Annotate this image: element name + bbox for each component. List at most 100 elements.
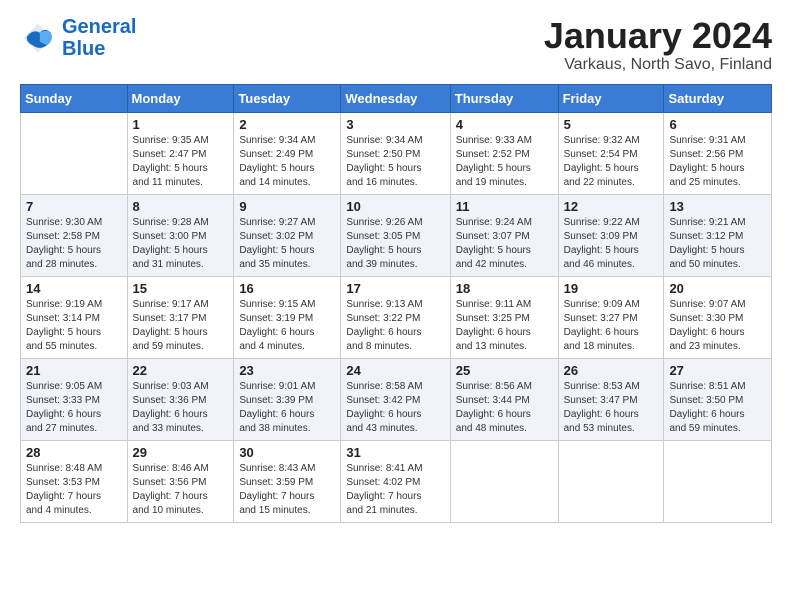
calendar-cell xyxy=(664,440,772,522)
day-info: Sunrise: 8:46 AM Sunset: 3:56 PM Dayligh… xyxy=(133,462,229,518)
logo: General Blue xyxy=(20,16,136,60)
day-info: Sunrise: 9:27 AM Sunset: 3:02 PM Dayligh… xyxy=(239,216,335,272)
day-number: 31 xyxy=(346,445,444,460)
day-number: 4 xyxy=(456,117,553,132)
day-number: 14 xyxy=(26,281,122,296)
day-number: 22 xyxy=(133,363,229,378)
day-info: Sunrise: 9:28 AM Sunset: 3:00 PM Dayligh… xyxy=(133,216,229,272)
calendar-cell: 9 Sunrise: 9:27 AM Sunset: 3:02 PM Daylig… xyxy=(234,194,341,276)
weekday-header-wednesday: Wednesday xyxy=(341,84,450,112)
day-number: 1 xyxy=(133,117,229,132)
week-row-5: 28 Sunrise: 8:48 AM Sunset: 3:53 PM Dayli… xyxy=(21,440,772,522)
calendar-cell: 29Sunrise: 8:46 AM Sunset: 3:56 PM Dayli… xyxy=(127,440,234,522)
calendar-cell: 30Sunrise: 8:43 AM Sunset: 3:59 PM Dayli… xyxy=(234,440,341,522)
logo-text: General Blue xyxy=(62,16,136,60)
calendar-cell: 4 Sunrise: 9:33 AM Sunset: 2:52 PM Daylig… xyxy=(450,112,558,194)
weekday-header-friday: Friday xyxy=(558,84,664,112)
weekday-header-thursday: Thursday xyxy=(450,84,558,112)
day-number: 3 xyxy=(346,117,444,132)
calendar-header-row: SundayMondayTuesdayWednesdayThursdayFrid… xyxy=(21,84,772,112)
calendar-cell: 2Sunrise: 9:34 AM Sunset: 2:49 PM Daylig… xyxy=(234,112,341,194)
calendar-cell: 23 Sunrise: 9:01 AM Sunset: 3:39 PM Dayli… xyxy=(234,358,341,440)
day-info: Sunrise: 9:15 AM Sunset: 3:19 PM Dayligh… xyxy=(239,298,335,354)
calendar-cell: 15 Sunrise: 9:17 AM Sunset: 3:17 PM Dayli… xyxy=(127,276,234,358)
day-number: 5 xyxy=(564,117,659,132)
day-number: 16 xyxy=(239,281,335,296)
day-info: Sunrise: 9:22 AM Sunset: 3:09 PM Dayligh… xyxy=(564,216,659,272)
day-info: Sunrise: 8:48 AM Sunset: 3:53 PM Dayligh… xyxy=(26,462,122,518)
day-number: 24 xyxy=(346,363,444,378)
page-container: General Blue January 2024 Varkaus, North… xyxy=(0,0,792,533)
day-number: 6 xyxy=(669,117,766,132)
day-number: 23 xyxy=(239,363,335,378)
calendar-cell xyxy=(558,440,664,522)
calendar-table: SundayMondayTuesdayWednesdayThursdayFrid… xyxy=(20,84,772,523)
day-info: Sunrise: 8:51 AM Sunset: 3:50 PM Dayligh… xyxy=(669,380,766,436)
day-number: 20 xyxy=(669,281,766,296)
day-info: Sunrise: 9:34 AM Sunset: 2:49 PM Dayligh… xyxy=(239,134,335,190)
day-info: Sunrise: 9:21 AM Sunset: 3:12 PM Dayligh… xyxy=(669,216,766,272)
day-number: 28 xyxy=(26,445,122,460)
day-number: 11 xyxy=(456,199,553,214)
week-row-1: 1 Sunrise: 9:35 AM Sunset: 2:47 PM Daylig… xyxy=(21,112,772,194)
day-number: 8 xyxy=(133,199,229,214)
calendar-cell: 11 Sunrise: 9:24 AM Sunset: 3:07 PM Dayli… xyxy=(450,194,558,276)
logo-icon xyxy=(20,20,56,56)
calendar-cell: 17Sunrise: 9:13 AM Sunset: 3:22 PM Dayli… xyxy=(341,276,450,358)
day-info: Sunrise: 9:30 AM Sunset: 2:58 PM Dayligh… xyxy=(26,216,122,272)
day-info: Sunrise: 9:13 AM Sunset: 3:22 PM Dayligh… xyxy=(346,298,444,354)
calendar-cell: 19 Sunrise: 9:09 AM Sunset: 3:27 PM Dayli… xyxy=(558,276,664,358)
calendar-cell xyxy=(21,112,128,194)
calendar-cell: 25Sunrise: 8:56 AM Sunset: 3:44 PM Dayli… xyxy=(450,358,558,440)
calendar-cell: 31 Sunrise: 8:41 AM Sunset: 4:02 PM Dayli… xyxy=(341,440,450,522)
calendar-cell: 6 Sunrise: 9:31 AM Sunset: 2:56 PM Daylig… xyxy=(664,112,772,194)
title-block: January 2024 Varkaus, North Savo, Finlan… xyxy=(544,16,772,74)
weekday-header-monday: Monday xyxy=(127,84,234,112)
day-info: Sunrise: 9:07 AM Sunset: 3:30 PM Dayligh… xyxy=(669,298,766,354)
day-number: 10 xyxy=(346,199,444,214)
day-info: Sunrise: 9:03 AM Sunset: 3:36 PM Dayligh… xyxy=(133,380,229,436)
weekday-header-sunday: Sunday xyxy=(21,84,128,112)
calendar-cell: 3 Sunrise: 9:34 AM Sunset: 2:50 PM Daylig… xyxy=(341,112,450,194)
calendar-cell: 20 Sunrise: 9:07 AM Sunset: 3:30 PM Dayli… xyxy=(664,276,772,358)
location-subtitle: Varkaus, North Savo, Finland xyxy=(544,56,772,74)
day-number: 19 xyxy=(564,281,659,296)
calendar-cell: 18Sunrise: 9:11 AM Sunset: 3:25 PM Dayli… xyxy=(450,276,558,358)
day-info: Sunrise: 8:43 AM Sunset: 3:59 PM Dayligh… xyxy=(239,462,335,518)
calendar-cell: 26 Sunrise: 8:53 AM Sunset: 3:47 PM Dayli… xyxy=(558,358,664,440)
calendar-cell: 7 Sunrise: 9:30 AM Sunset: 2:58 PM Daylig… xyxy=(21,194,128,276)
day-info: Sunrise: 8:53 AM Sunset: 3:47 PM Dayligh… xyxy=(564,380,659,436)
day-info: Sunrise: 9:33 AM Sunset: 2:52 PM Dayligh… xyxy=(456,134,553,190)
header: General Blue January 2024 Varkaus, North… xyxy=(20,16,772,74)
day-info: Sunrise: 9:34 AM Sunset: 2:50 PM Dayligh… xyxy=(346,134,444,190)
day-number: 27 xyxy=(669,363,766,378)
calendar-cell: 10 Sunrise: 9:26 AM Sunset: 3:05 PM Dayli… xyxy=(341,194,450,276)
day-info: Sunrise: 9:32 AM Sunset: 2:54 PM Dayligh… xyxy=(564,134,659,190)
calendar-cell: 8 Sunrise: 9:28 AM Sunset: 3:00 PM Daylig… xyxy=(127,194,234,276)
day-number: 9 xyxy=(239,199,335,214)
day-info: Sunrise: 9:19 AM Sunset: 3:14 PM Dayligh… xyxy=(26,298,122,354)
day-number: 7 xyxy=(26,199,122,214)
day-info: Sunrise: 9:05 AM Sunset: 3:33 PM Dayligh… xyxy=(26,380,122,436)
calendar-cell: 24Sunrise: 8:58 AM Sunset: 3:42 PM Dayli… xyxy=(341,358,450,440)
day-number: 26 xyxy=(564,363,659,378)
calendar-cell: 13Sunrise: 9:21 AM Sunset: 3:12 PM Dayli… xyxy=(664,194,772,276)
day-number: 15 xyxy=(133,281,229,296)
calendar-cell: 22 Sunrise: 9:03 AM Sunset: 3:36 PM Dayli… xyxy=(127,358,234,440)
calendar-cell: 5 Sunrise: 9:32 AM Sunset: 2:54 PM Daylig… xyxy=(558,112,664,194)
week-row-4: 21 Sunrise: 9:05 AM Sunset: 3:33 PM Dayli… xyxy=(21,358,772,440)
day-info: Sunrise: 9:01 AM Sunset: 3:39 PM Dayligh… xyxy=(239,380,335,436)
day-info: Sunrise: 9:35 AM Sunset: 2:47 PM Dayligh… xyxy=(133,134,229,190)
calendar-cell: 12Sunrise: 9:22 AM Sunset: 3:09 PM Dayli… xyxy=(558,194,664,276)
week-row-2: 7 Sunrise: 9:30 AM Sunset: 2:58 PM Daylig… xyxy=(21,194,772,276)
month-title: January 2024 xyxy=(544,16,772,56)
day-info: Sunrise: 9:24 AM Sunset: 3:07 PM Dayligh… xyxy=(456,216,553,272)
day-info: Sunrise: 9:17 AM Sunset: 3:17 PM Dayligh… xyxy=(133,298,229,354)
weekday-header-saturday: Saturday xyxy=(664,84,772,112)
calendar-cell: 27 Sunrise: 8:51 AM Sunset: 3:50 PM Dayli… xyxy=(664,358,772,440)
day-info: Sunrise: 9:26 AM Sunset: 3:05 PM Dayligh… xyxy=(346,216,444,272)
day-number: 21 xyxy=(26,363,122,378)
day-info: Sunrise: 9:31 AM Sunset: 2:56 PM Dayligh… xyxy=(669,134,766,190)
day-info: Sunrise: 8:41 AM Sunset: 4:02 PM Dayligh… xyxy=(346,462,444,518)
day-info: Sunrise: 9:09 AM Sunset: 3:27 PM Dayligh… xyxy=(564,298,659,354)
